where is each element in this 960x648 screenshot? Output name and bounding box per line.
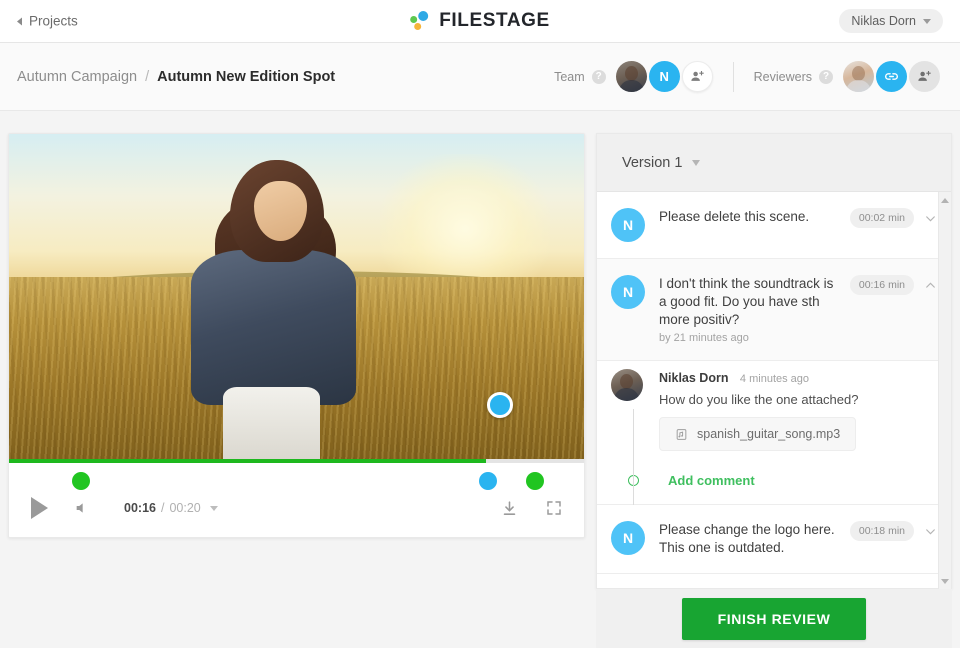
add-reviewer-button[interactable] [909, 61, 940, 92]
reviewers-group: Reviewers ? [754, 61, 940, 92]
team-member-photo[interactable] [615, 61, 647, 92]
player-right-controls [501, 500, 562, 517]
comment-actions: 00:16 min [849, 275, 937, 295]
comment-item[interactable]: N Please delete this scene. 00:02 min [597, 192, 951, 259]
progress-fill [9, 459, 487, 463]
triangle-left-icon [17, 17, 22, 25]
add-comment-label[interactable]: Add comment [668, 473, 755, 488]
caret-down-icon[interactable] [209, 505, 218, 511]
attachment-chip[interactable]: spanish_guitar_song.mp3 [659, 417, 857, 452]
team-group: Team ? N [554, 61, 713, 92]
app-root: Projects FILESTAGE Niklas Dorn Autumn Ca… [0, 0, 960, 648]
video-annotation-marker[interactable] [487, 392, 513, 418]
people-groups: Team ? N Reviewers ? [554, 61, 940, 92]
user-menu-label: Niklas Dorn [851, 14, 916, 28]
project-subheader: Autumn Campaign / Autumn New Edition Spo… [0, 43, 960, 111]
reply-time: 4 minutes ago [739, 373, 810, 386]
add-comment-row[interactable]: Add comment [611, 473, 937, 488]
comment-item[interactable]: N I don't think the soundtrack is a good… [597, 259, 951, 362]
timeline-marker-green-1[interactable] [72, 472, 91, 490]
fullscreen-icon[interactable] [546, 500, 562, 516]
scroll-up-arrow-icon[interactable] [941, 198, 949, 203]
thread-connector [633, 409, 634, 506]
comment-timestamp-badge[interactable]: 00:18 min [849, 521, 914, 542]
avatar: N [611, 275, 645, 309]
comment-meta: by 21 minutes ago [659, 332, 749, 345]
team-avatar-row: N [615, 61, 713, 92]
reviewers-label: Reviewers [753, 69, 812, 84]
video-frame[interactable] [9, 134, 584, 459]
chevron-down-icon[interactable] [924, 212, 937, 225]
total-time: 00:20 [169, 501, 201, 515]
comment-actions: 00:02 min [849, 208, 937, 228]
timeline-marker-blue[interactable] [478, 472, 497, 490]
breadcrumb-separator: / [145, 68, 150, 85]
version-label: Version 1 [622, 154, 683, 171]
finish-review-button[interactable]: FINISH REVIEW [681, 597, 867, 640]
caret-down-icon[interactable] [692, 159, 701, 166]
breadcrumb-current: Autumn New Edition Spot [157, 68, 336, 85]
current-time: 00:16 [124, 501, 156, 515]
add-team-member-button[interactable] [681, 61, 713, 92]
time-readout: 00:16 / 00:20 [124, 501, 218, 515]
time-separator: / [160, 501, 165, 515]
comment-timestamp-badge[interactable]: 00:16 min [849, 275, 914, 295]
logo-text: FILESTAGE [439, 10, 550, 31]
version-bar: Version 1 [597, 134, 951, 192]
timeline-marker-green-2[interactable] [526, 472, 545, 490]
panel-footer: FINISH REVIEW [596, 589, 952, 648]
back-to-projects-label: Projects [29, 13, 78, 29]
comments-list: N Please delete this scene. 00:02 min N [597, 192, 951, 590]
volume-icon[interactable] [74, 500, 90, 516]
comment-actions: 00:18 min [849, 521, 937, 542]
breadcrumb-parent[interactable]: Autumn Campaign [17, 69, 137, 85]
top-navigation-bar: Projects FILESTAGE Niklas Dorn [0, 0, 960, 43]
question-mark-icon[interactable]: ? [591, 69, 606, 84]
question-mark-icon[interactable]: ? [819, 69, 833, 84]
chevron-down-icon[interactable] [924, 525, 937, 538]
attachment-name: spanish_guitar_song.mp3 [697, 427, 841, 442]
reply-item: Niklas Dorn 4 minutes ago How do you lik… [611, 369, 937, 452]
reviewer-photo[interactable] [843, 61, 874, 92]
comment-text: I don't think the soundtrack is a good f… [659, 276, 834, 327]
comment-text: Please change the logo here. This one is… [659, 522, 835, 556]
reply-header: Niklas Dorn 4 minutes ago [659, 369, 937, 387]
filestage-logo[interactable]: FILESTAGE [410, 10, 550, 32]
team-member-initial[interactable]: N [648, 61, 680, 92]
reply-author: Niklas Dorn [659, 371, 729, 386]
comments-scrollbar[interactable] [938, 192, 951, 590]
comment-body: I don't think the soundtrack is a good f… [645, 275, 850, 344]
reply-body: Niklas Dorn 4 minutes ago How do you lik… [643, 369, 937, 452]
video-subject [176, 160, 372, 459]
comment-thread: Niklas Dorn 4 minutes ago How do you lik… [597, 361, 951, 506]
team-label: Team [554, 69, 585, 84]
comment-item[interactable]: N Please change the logo here. This one … [597, 505, 951, 575]
video-timeline-area: 00:16 / 00:20 [9, 459, 584, 537]
logo-dots-icon [410, 10, 432, 32]
progress-track[interactable] [9, 459, 584, 463]
comment-text: Please delete this scene. [659, 209, 810, 224]
avatar [611, 369, 643, 402]
user-menu-button[interactable]: Niklas Dorn [839, 9, 943, 33]
group-divider [732, 61, 734, 92]
comment-body: Please change the logo here. This one is… [645, 521, 850, 557]
video-player-card: 00:16 / 00:20 [8, 133, 585, 538]
avatar: N [611, 521, 645, 556]
reviewers-avatar-row [843, 61, 940, 92]
caret-down-icon [923, 18, 931, 24]
share-link-button[interactable] [876, 61, 907, 92]
avatar: N [611, 208, 645, 242]
scroll-down-arrow-icon[interactable] [941, 579, 949, 584]
comment-timestamp-badge[interactable]: 00:02 min [849, 208, 914, 228]
play-icon[interactable] [31, 497, 48, 519]
breadcrumb: Autumn Campaign / Autumn New Edition Spo… [17, 69, 335, 85]
player-controls: 00:16 / 00:20 [9, 491, 584, 525]
download-icon[interactable] [501, 500, 518, 517]
comments-panel: Version 1 N Please delete this scene. 00… [596, 133, 952, 590]
reply-text: How do you like the one attached? [659, 392, 859, 408]
chevron-up-icon[interactable] [924, 279, 937, 292]
comment-body: Please delete this scene. [645, 208, 850, 226]
back-to-projects-link[interactable]: Projects [17, 14, 78, 29]
